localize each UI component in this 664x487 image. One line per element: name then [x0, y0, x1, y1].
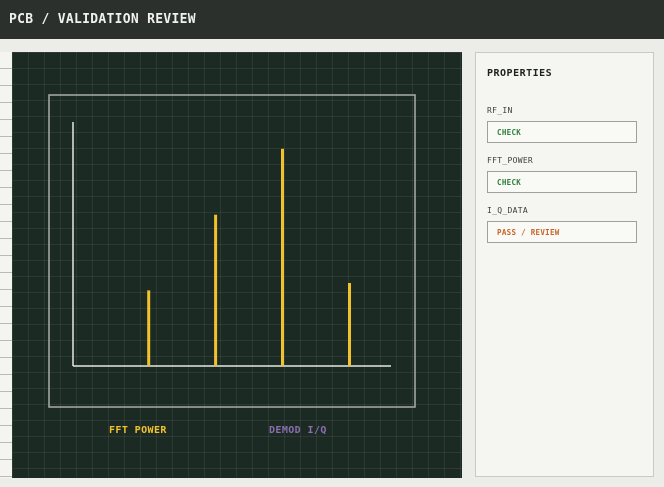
- i-q-data-status-field[interactable]: PASS / REVIEW: [487, 221, 637, 243]
- fft-power-status-field[interactable]: CHECK: [487, 171, 637, 193]
- chart-frame: [48, 94, 416, 408]
- property-label: RF_IN: [487, 106, 513, 115]
- rf-in-status-field[interactable]: CHECK: [487, 121, 637, 143]
- property-rf-in: RF_IN CHECK: [487, 106, 637, 143]
- legend-demod-iq: DEMOD I/Q: [269, 425, 327, 436]
- property-label: I_Q_DATA: [487, 206, 528, 215]
- bar-4: [348, 283, 351, 366]
- properties-title: PROPERTIES: [487, 68, 553, 79]
- bar-1: [147, 290, 151, 366]
- property-fft-power: FFT_POWER CHECK: [487, 156, 637, 193]
- fft-chart: [48, 94, 416, 408]
- legend-fft-power: FFT POWER: [109, 425, 167, 436]
- bar-3: [281, 148, 284, 366]
- properties-panel: PROPERTIES RF_IN CHECK FFT_POWER CHECK I…: [475, 52, 654, 477]
- property-label: FFT_POWER: [487, 156, 534, 165]
- page-title: PCB / VALIDATION REVIEW: [9, 12, 196, 27]
- bar-2: [214, 214, 218, 366]
- title-bar: PCB / VALIDATION REVIEW: [0, 0, 664, 39]
- schematic-canvas[interactable]: FFT POWER DEMOD I/Q: [12, 52, 462, 478]
- property-i-q-data: I_Q_DATA PASS / REVIEW: [487, 206, 637, 243]
